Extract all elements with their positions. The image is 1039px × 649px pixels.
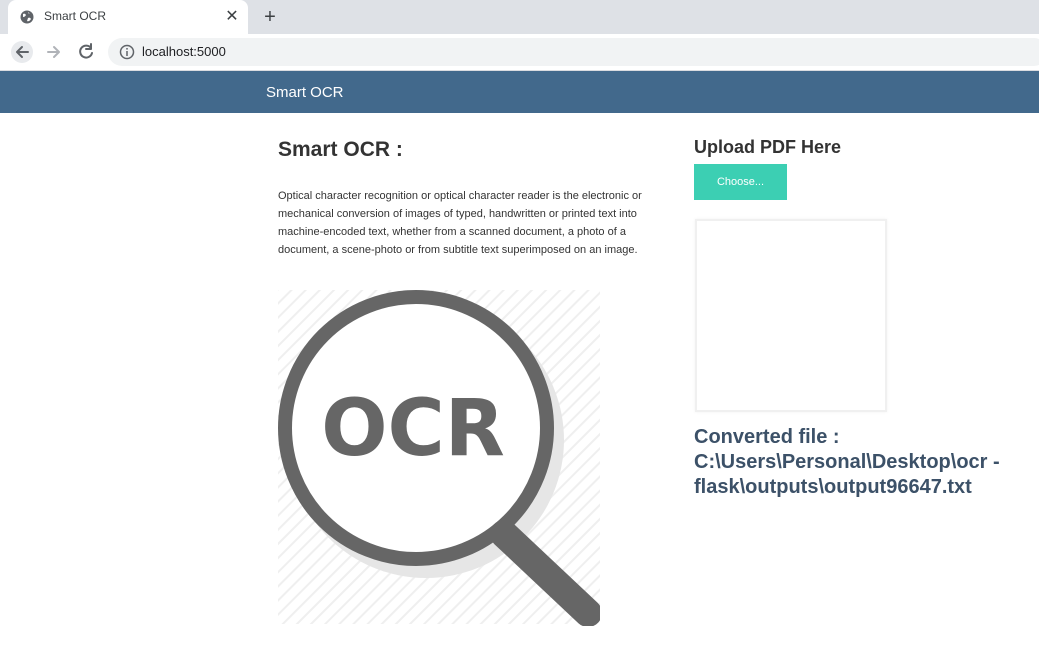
navbar-brand[interactable]: Smart OCR bbox=[266, 84, 344, 101]
magnifier-icon: OCR bbox=[278, 290, 602, 627]
address-bar[interactable]: localhost:5000 bbox=[108, 38, 1039, 66]
page-title: Smart OCR : bbox=[278, 138, 403, 161]
forward-arrow-icon[interactable] bbox=[43, 41, 65, 63]
app-navbar: Smart OCR bbox=[0, 71, 1039, 113]
ocr-description: Optical character recognition or optical… bbox=[278, 190, 642, 256]
ocr-illustration: OCR bbox=[278, 288, 602, 627]
upload-title: Upload PDF Here bbox=[694, 137, 842, 157]
url-text[interactable]: localhost:5000 bbox=[142, 44, 226, 59]
choose-file-button[interactable]: Choose... bbox=[694, 164, 787, 200]
tab-title: Smart OCR bbox=[44, 9, 107, 23]
browser-tab-strip: Smart OCR ✕ + bbox=[0, 0, 1039, 34]
back-arrow-icon[interactable] bbox=[11, 41, 33, 63]
close-icon[interactable]: ✕ bbox=[224, 9, 240, 25]
ocr-text-mark: OCR bbox=[321, 384, 505, 474]
globe-icon bbox=[20, 10, 34, 24]
browser-toolbar: localhost:5000 bbox=[0, 34, 1039, 71]
info-icon[interactable] bbox=[119, 44, 135, 60]
reload-icon[interactable] bbox=[75, 41, 97, 63]
converted-file-path: Converted file : C:\Users\Personal\Deskt… bbox=[694, 426, 1000, 498]
plus-icon[interactable]: + bbox=[259, 6, 281, 28]
browser-tab[interactable]: Smart OCR ✕ bbox=[8, 0, 248, 34]
upload-preview-box bbox=[695, 219, 887, 412]
